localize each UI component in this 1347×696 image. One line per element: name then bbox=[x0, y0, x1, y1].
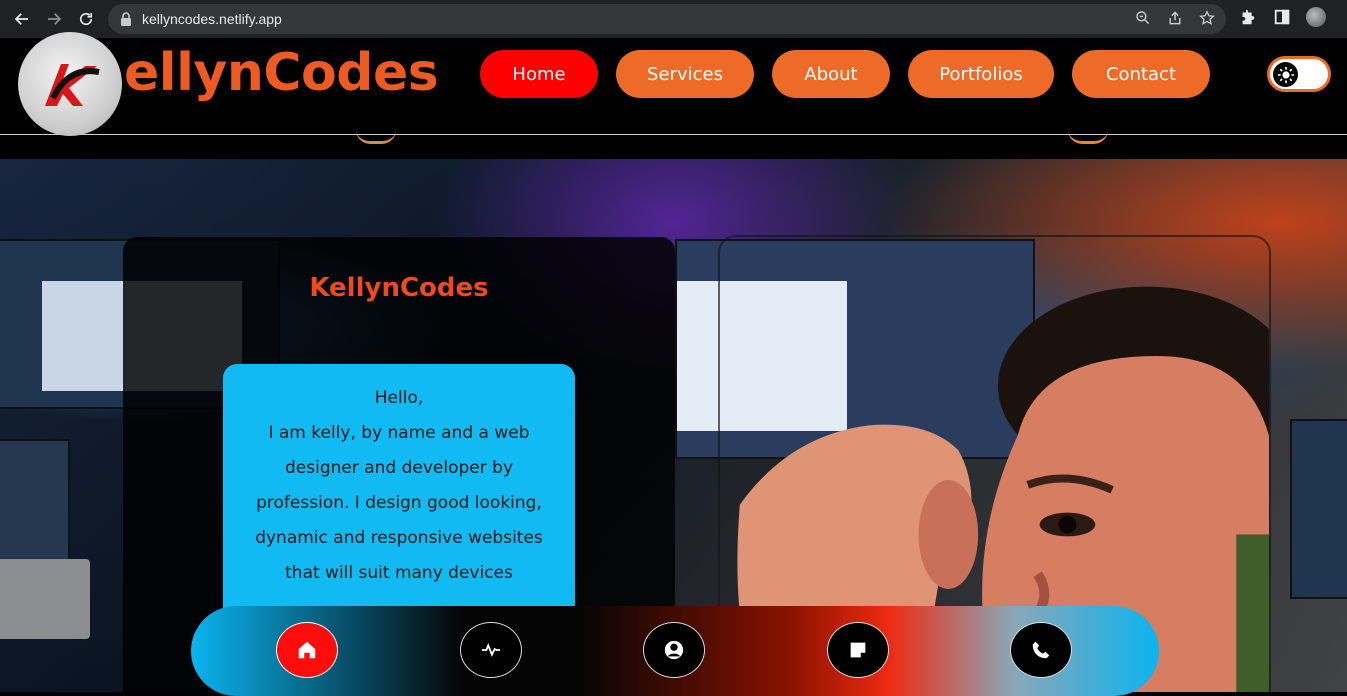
decorative-arc bbox=[1068, 130, 1108, 144]
dock-about-button[interactable] bbox=[643, 622, 705, 678]
dock-portfolio-button[interactable] bbox=[827, 622, 889, 678]
url-text[interactable]: kellyncodes.netlify.app bbox=[142, 11, 282, 27]
dock-contact-button[interactable] bbox=[1010, 622, 1072, 678]
background-monitor bbox=[1290, 419, 1347, 599]
nav-contact[interactable]: Contact bbox=[1072, 50, 1210, 98]
nav-services[interactable]: Services bbox=[616, 50, 754, 98]
about-line: profession. I design good looking, bbox=[256, 493, 542, 513]
about-line: dynamic and responsive websites bbox=[255, 528, 543, 548]
dock-home-button[interactable] bbox=[276, 622, 338, 678]
star-icon[interactable] bbox=[1198, 9, 1216, 27]
nav-portfolios[interactable]: Portfolios bbox=[908, 50, 1054, 98]
about-line: designer and developer by bbox=[284, 458, 514, 478]
about-line: that will suit many devices bbox=[285, 563, 513, 583]
address-bar[interactable]: kellyncodes.netlify.app bbox=[108, 4, 1226, 34]
forward-arrow-icon[interactable] bbox=[40, 5, 68, 33]
brand-name[interactable]: ellynCodes bbox=[124, 43, 439, 103]
browser-toolbar: kellyncodes.netlify.app ⋮ bbox=[0, 0, 1347, 38]
user-icon bbox=[664, 640, 684, 660]
extensions-icon[interactable] bbox=[1238, 7, 1258, 27]
background-laptop bbox=[0, 559, 90, 639]
zoom-icon[interactable] bbox=[1134, 9, 1152, 27]
nav-about[interactable]: About bbox=[772, 50, 890, 98]
activity-icon bbox=[481, 642, 501, 657]
k-logo-icon bbox=[45, 64, 100, 106]
home-icon bbox=[298, 641, 316, 659]
profile-avatar[interactable] bbox=[1306, 7, 1326, 27]
phone-icon bbox=[1032, 641, 1050, 659]
nav-home[interactable]: Home bbox=[480, 50, 598, 98]
dock-services-button[interactable] bbox=[460, 622, 522, 678]
share-icon[interactable] bbox=[1166, 9, 1184, 27]
reload-icon[interactable] bbox=[72, 5, 100, 33]
decorative-arc bbox=[356, 130, 396, 144]
kebab-menu-icon[interactable]: ⋮ bbox=[1340, 7, 1347, 27]
about-text-box: Hello, I am kelly, by name and a web des… bbox=[223, 364, 575, 624]
about-line: I am kelly, by name and a web bbox=[268, 423, 530, 443]
sidebar-icon[interactable] bbox=[1272, 7, 1292, 27]
sun-icon bbox=[1273, 62, 1298, 87]
about-line: Hello, bbox=[374, 388, 424, 408]
back-arrow-icon[interactable] bbox=[8, 5, 36, 33]
site-header: ellynCodes Home Services About Portfolio… bbox=[0, 32, 1347, 136]
note-icon bbox=[850, 642, 866, 658]
theme-toggle[interactable] bbox=[1267, 56, 1331, 92]
card-title: KellynCodes bbox=[309, 273, 489, 303]
logo[interactable] bbox=[18, 32, 122, 136]
bottom-dock bbox=[191, 606, 1159, 696]
lock-icon bbox=[121, 12, 131, 26]
